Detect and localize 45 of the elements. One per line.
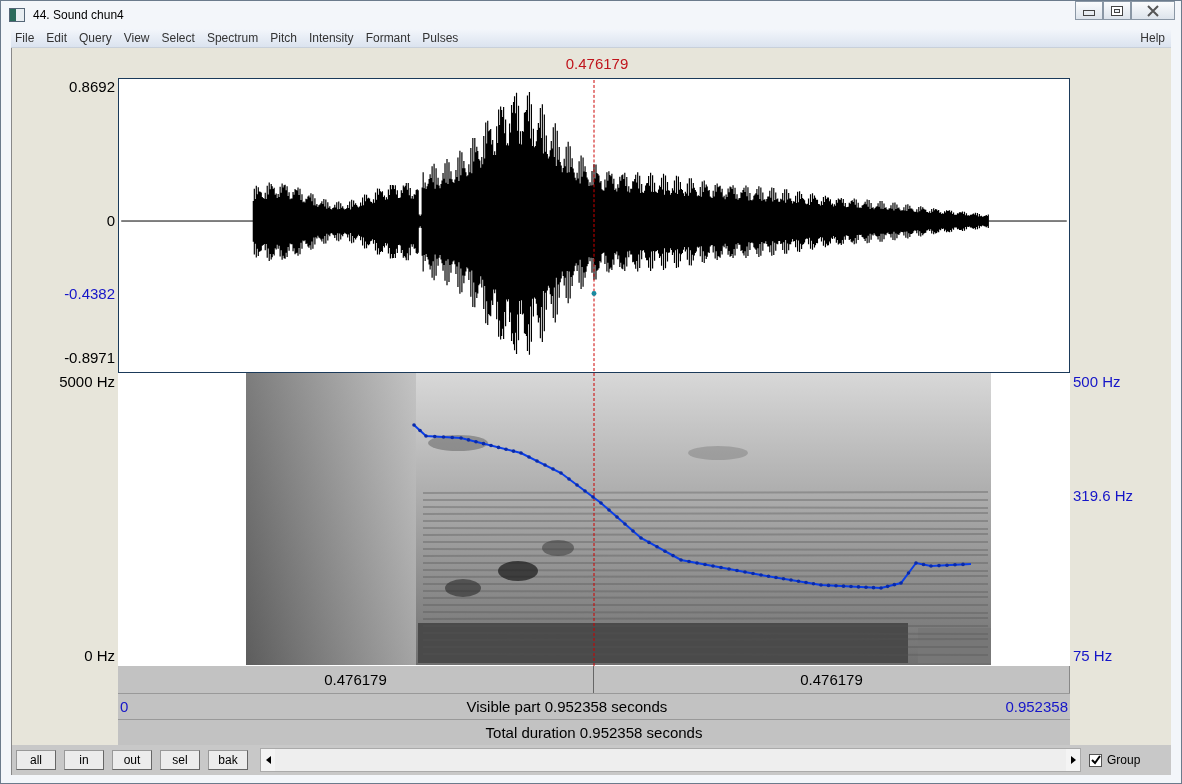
menu-item[interactable]: View bbox=[123, 30, 150, 45]
menu-item[interactable]: Pulses bbox=[422, 30, 459, 45]
pitch-label: 500 Hz bbox=[1073, 373, 1121, 390]
visible-part-text: Visible part 0.952358 seconds bbox=[465, 698, 669, 715]
menu-item[interactable]: Formant bbox=[365, 30, 411, 45]
scroll-left-icon[interactable] bbox=[261, 749, 275, 771]
menu-item[interactable]: File bbox=[15, 30, 35, 45]
time-segment[interactable]: 0.476179 bbox=[118, 666, 594, 693]
window-title: 44. Sound chun4 bbox=[33, 7, 124, 22]
close-button[interactable] bbox=[1131, 1, 1175, 20]
scrollbar[interactable] bbox=[260, 748, 1081, 772]
scroll-right-icon[interactable] bbox=[1066, 749, 1080, 771]
menu-item[interactable]: Intensity bbox=[308, 30, 354, 45]
menu-item[interactable]: Select bbox=[161, 30, 195, 45]
cursor-point-icon bbox=[591, 291, 597, 296]
frequency-label: 0 Hz bbox=[84, 647, 115, 664]
visible-end: 0.952358 bbox=[1005, 698, 1068, 715]
amplitude-label: 0.8692 bbox=[69, 78, 115, 95]
zoom-button[interactable]: sel bbox=[160, 750, 200, 770]
pitch-label: 319.6 Hz bbox=[1073, 487, 1134, 504]
menu-item[interactable]: Spectrum bbox=[206, 30, 259, 45]
minimize-button[interactable] bbox=[1075, 1, 1103, 20]
maximize-button[interactable] bbox=[1103, 1, 1131, 20]
amplitude-label: -0.4382 bbox=[64, 285, 115, 302]
amplitude-label: -0.8971 bbox=[64, 349, 115, 366]
zoom-button[interactable]: in bbox=[64, 750, 104, 770]
zoom-button[interactable]: bak bbox=[208, 750, 248, 770]
menu-item[interactable]: Pitch bbox=[270, 30, 297, 45]
zoom-button[interactable]: out bbox=[112, 750, 152, 770]
zoom-button[interactable]: all bbox=[16, 750, 56, 770]
pitch-label: 75 Hz bbox=[1073, 647, 1113, 664]
total-duration-bar[interactable]: Total duration 0.952358 seconds bbox=[118, 719, 1070, 745]
close-icon bbox=[1146, 4, 1160, 17]
menu-item[interactable]: Query bbox=[79, 30, 112, 45]
visible-part-bar[interactable]: 0 Visible part 0.952358 seconds 0.952358 bbox=[118, 693, 1070, 719]
cursor-time: 0.476179 bbox=[565, 54, 629, 72]
frequency-label: 5000 Hz bbox=[59, 373, 115, 390]
visible-start: 0 bbox=[120, 698, 129, 715]
amplitude-label: 0 bbox=[106, 212, 115, 229]
window-icon bbox=[9, 7, 25, 22]
time-segment[interactable]: 0.476179 bbox=[594, 666, 1070, 693]
group-checkbox[interactable] bbox=[1089, 753, 1102, 767]
menu-item[interactable]: Edit bbox=[46, 30, 68, 45]
menu-item[interactable]: Help bbox=[1140, 30, 1165, 45]
group-label: Group bbox=[1107, 753, 1141, 767]
